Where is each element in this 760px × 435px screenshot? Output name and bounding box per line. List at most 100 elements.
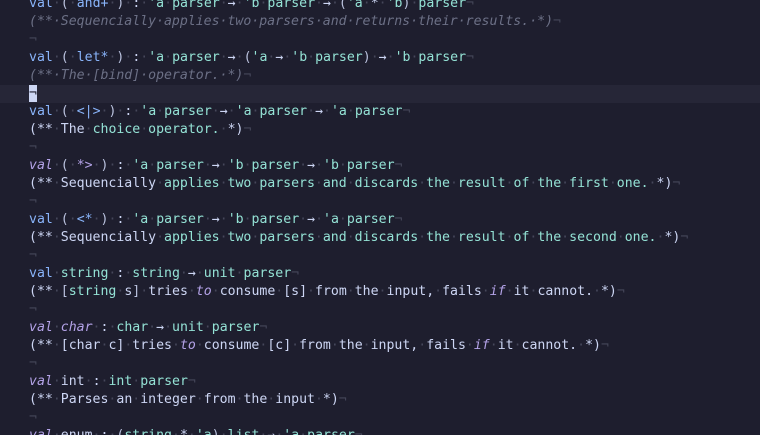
whitespace-marker: · bbox=[481, 284, 490, 299]
code-token: parsers bbox=[259, 176, 315, 191]
code-token: → bbox=[219, 104, 228, 119]
code-line[interactable]: (**·[char·c]·tries·to·consume·[c]·from·t… bbox=[0, 337, 760, 355]
code-token: of bbox=[513, 230, 530, 245]
code-token: if bbox=[473, 338, 490, 353]
code-token: ( bbox=[60, 212, 69, 227]
code-token: val bbox=[29, 50, 53, 65]
code-token: second bbox=[569, 230, 617, 245]
code-token: val bbox=[29, 428, 53, 435]
whitespace-marker: ¬ bbox=[355, 428, 363, 435]
code-line[interactable]: val·char·:·char·→·unit·parser¬ bbox=[0, 319, 760, 337]
whitespace-marker: · bbox=[315, 212, 324, 227]
code-token: val bbox=[29, 158, 53, 173]
code-line[interactable]: ¬ bbox=[0, 355, 760, 373]
code-token: → bbox=[323, 0, 331, 11]
code-token: val bbox=[29, 374, 53, 389]
whitespace-marker: · bbox=[140, 284, 149, 299]
whitespace-marker: · bbox=[362, 0, 371, 11]
code-token: parser bbox=[164, 104, 212, 119]
code-line[interactable]: val·(·<|>·)·:·'a·parser·→·'a·parser·→·'a… bbox=[0, 103, 760, 121]
code-token: → bbox=[227, 0, 236, 11]
code-token: parser bbox=[307, 428, 355, 435]
code-token: c] bbox=[108, 338, 125, 353]
code-token: ( bbox=[60, 104, 69, 119]
code-line[interactable]: ¬ bbox=[0, 301, 760, 319]
code-line[interactable]: ¬ bbox=[0, 409, 760, 427]
whitespace-marker: ¬ bbox=[466, 50, 474, 65]
code-token: 'a bbox=[251, 50, 268, 65]
code-token: int bbox=[60, 374, 85, 389]
code-token: one. bbox=[616, 176, 649, 191]
code-token: of bbox=[513, 176, 530, 191]
code-token: unit bbox=[203, 266, 236, 281]
code-token: 'a bbox=[132, 158, 149, 173]
code-token: [ bbox=[60, 284, 69, 299]
code-token: the bbox=[537, 230, 562, 245]
code-token: input bbox=[275, 392, 315, 407]
code-line[interactable]: ¬ bbox=[0, 193, 760, 211]
code-token: string bbox=[68, 284, 117, 299]
code-line[interactable]: (**·The·[bind]·operator.·*)¬ bbox=[0, 67, 760, 85]
code-token: 'a bbox=[132, 212, 149, 227]
whitespace-marker: · bbox=[53, 428, 61, 435]
code-token: → bbox=[307, 212, 316, 227]
whitespace-marker: ¬ bbox=[672, 176, 681, 191]
code-line[interactable]: (**·[string·s]·tries·to·consume·[s]·from… bbox=[0, 283, 760, 301]
whitespace-marker: · bbox=[608, 176, 617, 191]
code-token: parser bbox=[140, 374, 188, 389]
whitespace-marker: · bbox=[307, 104, 316, 119]
code-token: 'a bbox=[140, 104, 157, 119]
whitespace-marker: · bbox=[291, 338, 300, 353]
code-line[interactable]: (**·Sequencially·applies·two·parsers·and… bbox=[0, 13, 760, 31]
code-line[interactable]: val·(·*>·)·:·'a·parser·→·'b·parser·→·'b·… bbox=[0, 157, 760, 175]
code-token: the bbox=[426, 230, 450, 245]
code-token: parser bbox=[156, 212, 204, 227]
code-line[interactable]: (**·Sequencially·applies·two·parsers·and… bbox=[0, 229, 760, 247]
code-line[interactable]: ¬ bbox=[0, 31, 760, 49]
whitespace-marker: · bbox=[449, 230, 458, 245]
code-line[interactable]: val·int·:·int·parser¬ bbox=[0, 373, 760, 391]
whitespace-marker: · bbox=[449, 176, 458, 191]
code-line[interactable]: (**·The·choice·operator.·*)¬ bbox=[0, 121, 760, 139]
code-line[interactable]: ¬ bbox=[0, 139, 760, 157]
code-token: input, bbox=[386, 284, 435, 299]
whitespace-marker: ¬ bbox=[394, 212, 403, 227]
code-token: the bbox=[338, 338, 363, 353]
code-token: parser bbox=[418, 50, 467, 65]
code-token: fails bbox=[442, 284, 482, 299]
whitespace-marker: · bbox=[362, 338, 371, 353]
code-token: first bbox=[569, 176, 609, 191]
whitespace-marker: · bbox=[52, 122, 61, 137]
code-token: 'b bbox=[291, 50, 308, 65]
whitespace-marker: · bbox=[346, 230, 355, 245]
whitespace-marker: · bbox=[195, 392, 204, 407]
whitespace-marker: · bbox=[52, 284, 61, 299]
whitespace-marker: · bbox=[346, 284, 355, 299]
code-token: *) bbox=[600, 284, 617, 299]
code-token: choice bbox=[92, 122, 141, 137]
code-line[interactable]: val·(·let*·)·:·'a·parser·→·('a·→·'b·pars… bbox=[0, 49, 760, 67]
code-editor[interactable]: val·(·and+·)·:·'a·parser·→·'b·parser·→·(… bbox=[0, 0, 760, 435]
code-token: to bbox=[179, 338, 196, 353]
code-line[interactable]: val·enum·:·(string·*·'a)·list·→·'a·parse… bbox=[0, 427, 760, 435]
code-line-current[interactable]: ¬ bbox=[0, 85, 760, 103]
code-line[interactable]: val·(·<*·)·:·'a·parser·→·'b·parser·→·'a·… bbox=[0, 211, 760, 229]
code-token: → bbox=[211, 212, 220, 227]
code-token: 'b bbox=[243, 0, 260, 11]
code-token: 'b bbox=[227, 158, 244, 173]
whitespace-marker: · bbox=[195, 266, 204, 281]
code-token: result bbox=[457, 176, 506, 191]
code-line[interactable]: (**·Parses·an·integer·from·the·input·*)¬ bbox=[0, 391, 760, 409]
code-token: 'a bbox=[148, 50, 165, 65]
code-token: → bbox=[307, 158, 316, 173]
code-token: let* bbox=[76, 50, 109, 65]
whitespace-marker: · bbox=[92, 212, 101, 227]
code-line[interactable]: ¬ bbox=[0, 247, 760, 265]
code-token: 'a bbox=[235, 104, 252, 119]
code-line[interactable]: (**·Sequencially·applies·two·parsers·and… bbox=[0, 175, 760, 193]
code-token: applies bbox=[164, 176, 220, 191]
code-line[interactable]: val·string·:·string·→·unit·parser¬ bbox=[0, 265, 760, 283]
whitespace-marker: ¬ bbox=[29, 248, 37, 263]
whitespace-marker: · bbox=[243, 212, 252, 227]
code-line[interactable]: val·(·and+·)·:·'a·parser·→·'b·parser·→·(… bbox=[0, 0, 760, 13]
